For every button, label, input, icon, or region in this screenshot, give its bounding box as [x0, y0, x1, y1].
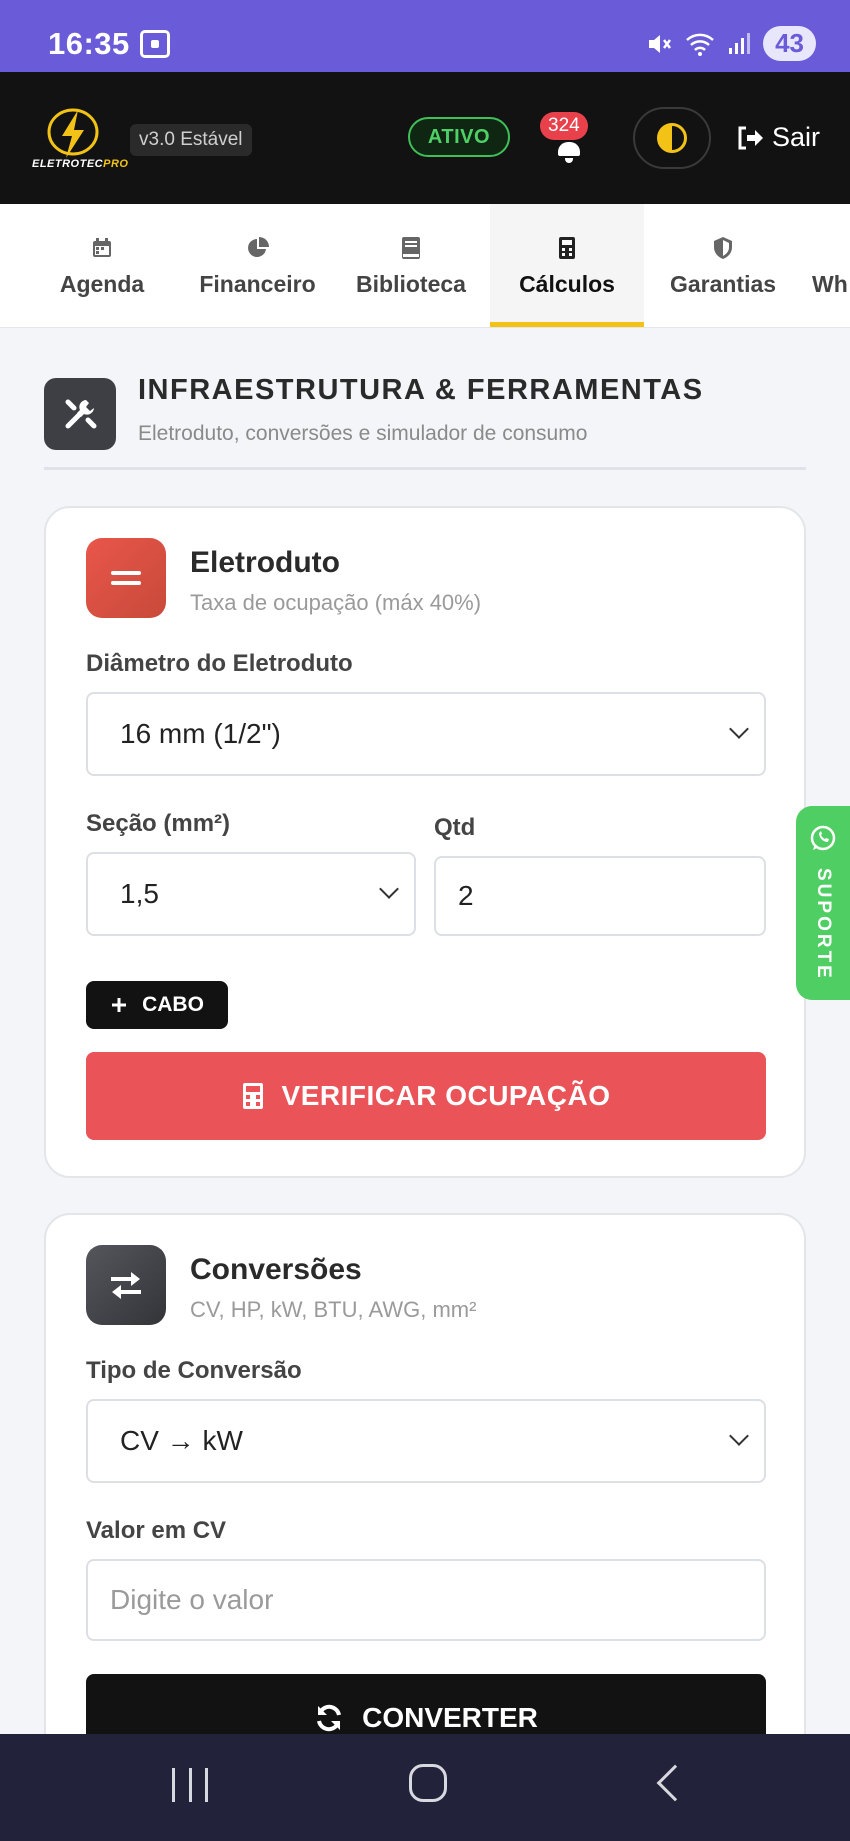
conversion-type-label: Tipo de Conversão — [86, 1357, 302, 1384]
status-bar: 16:35 43 — [0, 0, 850, 72]
section-label: Seção (mm²) — [86, 810, 231, 837]
diameter-label: Diâmetro do Eletroduto — [86, 650, 353, 677]
section-title: INFRAESTRUTURA & FERRAMENTAS — [138, 374, 704, 406]
section-subtitle: Eletroduto, conversões e simulador de co… — [138, 422, 588, 445]
tab-label: Garantias — [669, 270, 777, 297]
back-button[interactable] — [656, 1764, 694, 1802]
bell-icon — [558, 142, 580, 156]
support-button[interactable]: SUPORTE — [796, 806, 850, 1000]
book-icon — [401, 235, 421, 261]
notification-count: 324 — [540, 112, 588, 140]
home-button[interactable] — [409, 1764, 447, 1802]
quantity-label: Qtd — [434, 814, 476, 841]
tab-biblioteca[interactable]: Biblioteca — [350, 204, 472, 327]
value-input[interactable]: Digite o valor — [86, 1559, 766, 1641]
version-badge: v3.0 Estável — [130, 124, 252, 156]
logout-button[interactable]: Sair — [736, 122, 820, 153]
battery-level: 43 — [763, 26, 816, 61]
status-time: 16:35 — [48, 26, 130, 61]
contrast-icon — [657, 123, 687, 153]
theme-toggle-button[interactable] — [633, 107, 711, 169]
swap-icon — [86, 1245, 166, 1325]
value-label: Valor em CV — [86, 1517, 227, 1544]
calculator-icon — [242, 1083, 263, 1109]
support-label: SUPORTE — [813, 868, 834, 981]
whatsapp-icon — [810, 825, 836, 851]
notifications-button[interactable]: 324 — [540, 112, 596, 168]
conversion-type-select[interactable]: CV → kW — [86, 1399, 766, 1483]
calendar-icon — [91, 235, 113, 261]
tab-garantias[interactable]: Garantias — [662, 204, 784, 327]
logout-icon — [738, 126, 763, 149]
card-title: Conversões — [190, 1253, 362, 1286]
system-nav-bar — [0, 1734, 850, 1841]
main-tabs: Agenda Financeiro Biblioteca Cálculos Ga… — [0, 204, 850, 328]
cable-section-select[interactable]: 1,5 — [86, 852, 416, 936]
quantity-input[interactable]: 2 — [434, 856, 766, 936]
screenshot-icon — [140, 30, 170, 58]
card-subtitle: Taxa de ocupação (máx 40%) — [190, 590, 482, 615]
tools-icon — [44, 378, 116, 450]
verify-occupation-button[interactable]: VERIFICAR OCUPAÇÃO — [86, 1052, 766, 1140]
mute-icon — [649, 34, 672, 53]
refresh-icon — [317, 1704, 342, 1732]
logo-text: ELETROTECPRO — [32, 158, 129, 170]
tab-financeiro[interactable]: Financeiro — [190, 204, 325, 327]
plus-icon — [112, 998, 127, 1012]
status-icons: 43 — [645, 26, 816, 61]
tab-calculos[interactable]: Cálculos — [490, 204, 644, 327]
chevron-down-icon — [729, 719, 749, 739]
chevron-down-icon — [729, 1426, 749, 1446]
eletroduto-card: Eletroduto Taxa de ocupação (máx 40%) Di… — [44, 506, 806, 1178]
diameter-select[interactable]: 16 mm (1/2") — [86, 692, 766, 776]
tab-label: Biblioteca — [356, 270, 466, 297]
tab-label: Agenda — [59, 270, 145, 297]
card-subtitle: CV, HP, kW, BTU, AWG, mm² — [190, 1297, 477, 1322]
section-divider — [44, 467, 806, 470]
pie-chart-icon — [246, 235, 270, 261]
chevron-down-icon — [379, 879, 399, 899]
shield-icon — [712, 235, 734, 261]
add-cable-button[interactable]: CABO — [86, 981, 228, 1029]
tab-agenda[interactable]: Agenda — [42, 204, 162, 327]
tab-label: Cálculos — [519, 270, 615, 297]
status-badge: ATIVO — [408, 117, 510, 157]
calculator-icon — [558, 235, 576, 261]
tab-whatsapp[interactable]: Wh — [812, 204, 850, 327]
logout-label: Sair — [772, 122, 821, 152]
tab-label: Wh — [812, 270, 848, 297]
card-title: Eletroduto — [190, 546, 340, 579]
app-header: ELETROTECPRO v3.0 Estável ATIVO 324 Sair — [0, 72, 850, 204]
recents-button[interactable] — [172, 1768, 208, 1802]
signal-icon — [729, 32, 751, 54]
conduit-icon — [86, 538, 166, 618]
tab-label: Financeiro — [199, 270, 316, 297]
wifi-icon — [686, 33, 714, 56]
